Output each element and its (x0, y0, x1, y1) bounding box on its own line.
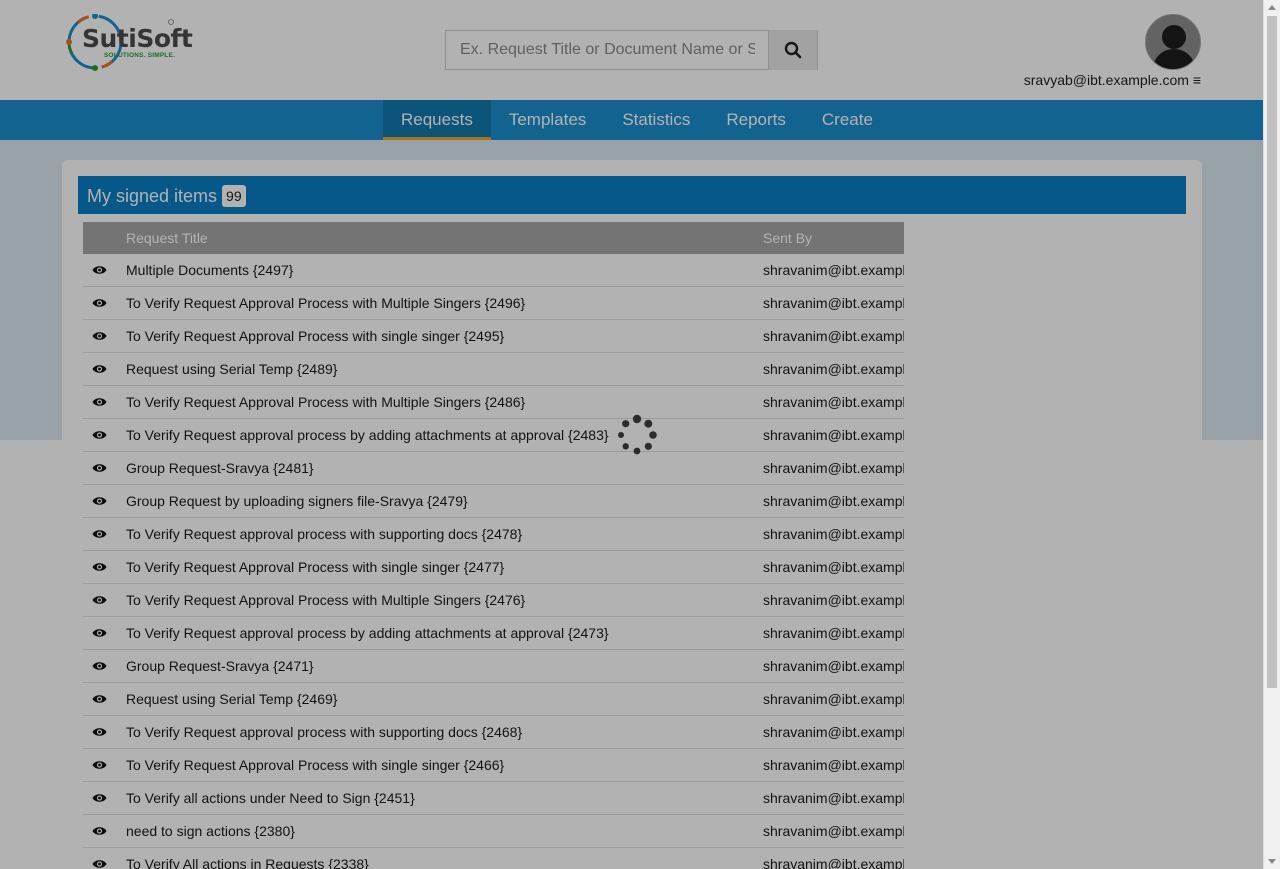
scroll-up-arrow-icon[interactable] (1268, 5, 1276, 10)
loading-spinner-icon (618, 414, 657, 455)
scroll-down-arrow-icon[interactable] (1268, 859, 1276, 864)
scrollbar-thumb[interactable] (1267, 16, 1277, 688)
page: SutiSoft SOLUTIONS. SIMPLE. sravyab@ibt.… (0, 0, 1263, 869)
vertical-scrollbar[interactable] (1263, 0, 1280, 869)
